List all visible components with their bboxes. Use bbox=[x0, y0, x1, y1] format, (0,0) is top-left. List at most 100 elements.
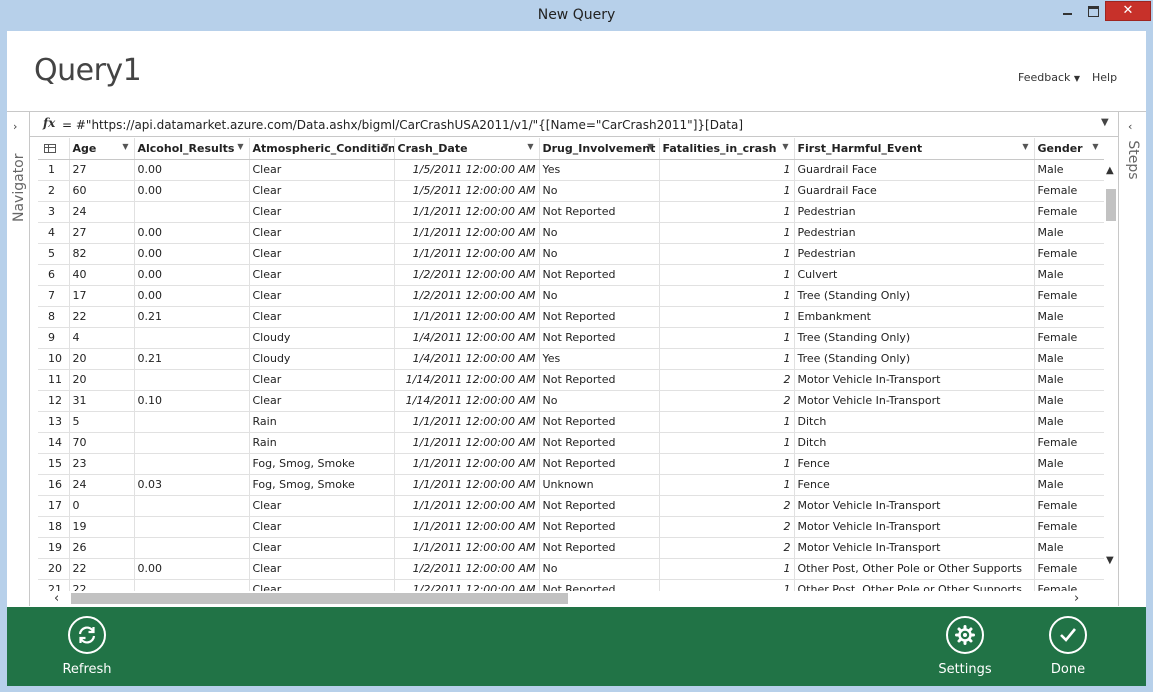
table-cell[interactable]: 40 bbox=[69, 264, 135, 286]
table-cell[interactable]: 1 bbox=[659, 243, 795, 265]
table-cell[interactable]: 1/5/2011 12:00:00 AM bbox=[394, 180, 540, 202]
table-cell[interactable]: 1 bbox=[659, 474, 795, 496]
table-row[interactable]: 6 40 0.00 Clear 1/2/2011 12:00:00 AM Not Repo… bbox=[38, 264, 1104, 286]
table-cell[interactable]: Not Reported bbox=[539, 327, 660, 349]
table-cell[interactable]: Clear bbox=[249, 369, 395, 391]
table-cell[interactable]: Pedestrian bbox=[794, 201, 1035, 223]
filter-dropdown-icon[interactable]: ▼ bbox=[382, 142, 388, 151]
table-cell[interactable]: Clear bbox=[249, 159, 395, 181]
table-cell[interactable]: 1/1/2011 12:00:00 AM bbox=[394, 432, 540, 454]
table-cell[interactable]: Female bbox=[1034, 516, 1104, 538]
table-row[interactable]: 21 22 Clear 1/2/2011 12:00:00 AM Not Reporte… bbox=[38, 579, 1104, 591]
table-cell[interactable]: Other Post, Other Pole or Other Supports bbox=[794, 558, 1035, 580]
table-cell[interactable]: 1 bbox=[659, 327, 795, 349]
table-row[interactable]: 20 22 0.00 Clear 1/2/2011 12:00:00 AM No 1 Othe… bbox=[38, 558, 1104, 580]
steps-pane[interactable]: ‹ Steps bbox=[1118, 111, 1146, 606]
table-cell[interactable]: No bbox=[539, 180, 660, 202]
table-cell[interactable]: Pedestrian bbox=[794, 222, 1035, 244]
table-cell[interactable]: Male bbox=[1034, 474, 1104, 496]
column-header[interactable]: Fatalities_in_crash ▼ bbox=[659, 138, 795, 160]
table-cell[interactable]: 1/2/2011 12:00:00 AM bbox=[394, 558, 540, 580]
done-button[interactable]: Done bbox=[1028, 616, 1108, 677]
table-cell[interactable]: Tree (Standing Only) bbox=[794, 285, 1035, 307]
table-cell[interactable]: Clear bbox=[249, 243, 395, 265]
table-cell[interactable]: Culvert bbox=[794, 264, 1035, 286]
table-cell[interactable]: Yes bbox=[539, 159, 660, 181]
table-cell[interactable] bbox=[134, 432, 250, 454]
horizontal-scroll-thumb[interactable] bbox=[71, 593, 568, 604]
table-cell[interactable]: Clear bbox=[249, 201, 395, 223]
vertical-scroll-thumb[interactable] bbox=[1106, 189, 1116, 221]
table-cell[interactable]: Cloudy bbox=[249, 348, 395, 370]
table-cell[interactable]: 1/14/2011 12:00:00 AM bbox=[394, 390, 540, 412]
table-row[interactable]: 9 4 Cloudy 1/4/2011 12:00:00 AM Not Reported… bbox=[38, 327, 1104, 349]
table-cell[interactable]: Male bbox=[1034, 411, 1104, 433]
table-cell[interactable]: Motor Vehicle In-Transport bbox=[794, 495, 1035, 517]
table-row[interactable]: 19 26 Clear 1/1/2011 12:00:00 AM Not Reporte… bbox=[38, 537, 1104, 559]
formula-bar[interactable]: fx = #"https://api.datamarket.azure.com/… bbox=[30, 111, 1118, 137]
scroll-left-icon[interactable]: ‹ bbox=[54, 591, 59, 606]
table-cell[interactable]: 0 bbox=[69, 495, 135, 517]
table-cell[interactable]: Not Reported bbox=[539, 201, 660, 223]
help-link[interactable]: Help bbox=[1092, 71, 1117, 84]
table-cell[interactable]: Ditch bbox=[794, 411, 1035, 433]
column-header[interactable]: Crash_Date ▼ bbox=[394, 138, 540, 160]
table-cell[interactable]: Rain bbox=[249, 411, 395, 433]
table-row[interactable]: 2 60 0.00 Clear 1/5/2011 12:00:00 AM No 1 Guard… bbox=[38, 180, 1104, 202]
table-cell[interactable]: 1/1/2011 12:00:00 AM bbox=[394, 453, 540, 475]
column-header[interactable]: Atmospheric_Condition ▼ bbox=[249, 138, 395, 160]
table-cell[interactable]: Clear bbox=[249, 495, 395, 517]
table-row[interactable]: 18 19 Clear 1/1/2011 12:00:00 AM Not Reporte… bbox=[38, 516, 1104, 538]
table-row[interactable]: 16 24 0.03 Fog, Smog, Smoke 1/1/2011 12:00:0… bbox=[38, 474, 1104, 496]
table-cell[interactable]: Fog, Smog, Smoke bbox=[249, 453, 395, 475]
table-cell[interactable]: 1/2/2011 12:00:00 AM bbox=[394, 579, 540, 591]
table-cell[interactable]: Cloudy bbox=[249, 327, 395, 349]
table-row[interactable]: 11 20 Clear 1/14/2011 12:00:00 AM Not Report… bbox=[38, 369, 1104, 391]
table-cell[interactable]: 19 bbox=[69, 516, 135, 538]
filter-dropdown-icon[interactable]: ▼ bbox=[237, 142, 243, 151]
table-cell[interactable]: 0.00 bbox=[134, 180, 250, 202]
table-cell[interactable]: Male bbox=[1034, 390, 1104, 412]
table-cell[interactable]: 2 bbox=[659, 537, 795, 559]
table-cell[interactable]: 1 bbox=[659, 285, 795, 307]
table-cell[interactable]: 1 bbox=[659, 159, 795, 181]
scroll-up-icon[interactable]: ▲ bbox=[1106, 165, 1114, 176]
table-cell[interactable]: Motor Vehicle In-Transport bbox=[794, 516, 1035, 538]
table-row[interactable]: 13 5 Rain 1/1/2011 12:00:00 AM Not Reported 1… bbox=[38, 411, 1104, 433]
table-cell[interactable]: Ditch bbox=[794, 432, 1035, 454]
table-cell[interactable]: 1/2/2011 12:00:00 AM bbox=[394, 285, 540, 307]
table-cell[interactable]: 0.03 bbox=[134, 474, 250, 496]
table-cell[interactable]: Not Reported bbox=[539, 369, 660, 391]
table-cell[interactable]: Guardrail Face bbox=[794, 159, 1035, 181]
table-cell[interactable]: Not Reported bbox=[539, 579, 660, 591]
filter-dropdown-icon[interactable]: ▼ bbox=[647, 142, 653, 151]
table-cell[interactable]: Embankment bbox=[794, 306, 1035, 328]
scroll-right-icon[interactable]: › bbox=[1074, 591, 1079, 606]
table-cell[interactable]: 0.00 bbox=[134, 558, 250, 580]
table-cell[interactable]: Female bbox=[1034, 327, 1104, 349]
table-cell[interactable]: 26 bbox=[69, 537, 135, 559]
table-cell[interactable]: 2 bbox=[659, 516, 795, 538]
table-cell[interactable]: 1/14/2011 12:00:00 AM bbox=[394, 369, 540, 391]
filter-dropdown-icon[interactable]: ▼ bbox=[122, 142, 128, 151]
data-grid[interactable]: Age ▼ Alcohol_Results ▼ Atmospheric_Conditio… bbox=[38, 138, 1104, 591]
table-cell[interactable]: Not Reported bbox=[539, 453, 660, 475]
scroll-down-icon[interactable]: ▼ bbox=[1106, 555, 1114, 566]
table-cell[interactable]: Tree (Standing Only) bbox=[794, 348, 1035, 370]
table-row[interactable]: 4 27 0.00 Clear 1/1/2011 12:00:00 AM No 1 Pedes… bbox=[38, 222, 1104, 244]
table-row[interactable]: 17 0 Clear 1/1/2011 12:00:00 AM Not Reported… bbox=[38, 495, 1104, 517]
close-button[interactable]: ✕ bbox=[1105, 1, 1151, 21]
table-cell[interactable]: 1/1/2011 12:00:00 AM bbox=[394, 516, 540, 538]
table-row[interactable]: 1 27 0.00 Clear 1/5/2011 12:00:00 AM Yes 1 Guar… bbox=[38, 159, 1104, 181]
table-cell[interactable]: 20 bbox=[69, 369, 135, 391]
table-cell[interactable]: 27 bbox=[69, 222, 135, 244]
table-cell[interactable] bbox=[134, 369, 250, 391]
minimize-button[interactable] bbox=[1054, 1, 1080, 21]
refresh-button[interactable]: Refresh bbox=[47, 616, 127, 677]
chevron-left-icon[interactable]: ‹ bbox=[1128, 120, 1132, 133]
steps-label[interactable]: Steps bbox=[1125, 136, 1141, 184]
column-header[interactable]: Age ▼ bbox=[69, 138, 135, 160]
table-cell[interactable] bbox=[134, 453, 250, 475]
table-cell[interactable]: Fence bbox=[794, 474, 1035, 496]
table-cell[interactable]: No bbox=[539, 243, 660, 265]
